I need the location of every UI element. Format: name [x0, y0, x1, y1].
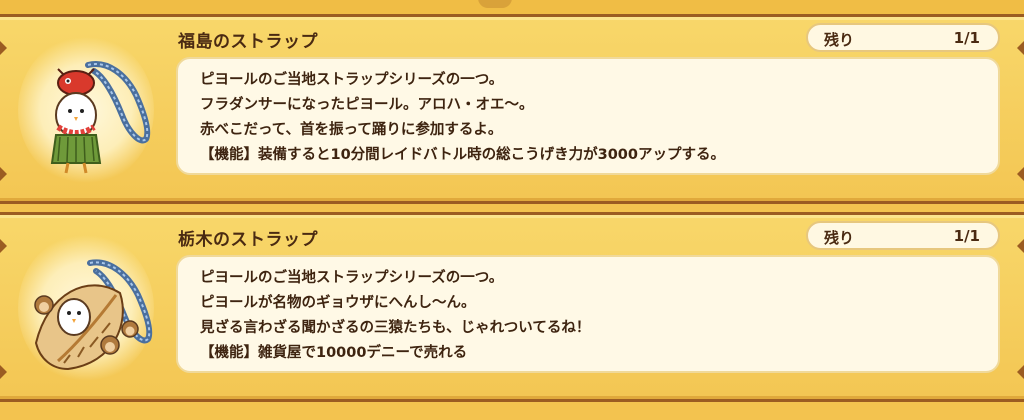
fukushima-strap-icon: [18, 35, 154, 185]
description-line: 【機能】装備すると10分間レイドバトル時の総こうげき力が3000アップする。: [200, 147, 725, 163]
item-card[interactable]: 福島のストラップ 残り 1/1 ピヨールのご当地ストラップシリーズの一つ。 フラ…: [0, 14, 1024, 204]
remaining-count-box: 残り 1/1: [806, 23, 1000, 52]
card-notch: [0, 365, 7, 379]
description-line: ピヨールのご当地ストラップシリーズの一つ。: [200, 270, 504, 286]
card-notch: [0, 41, 7, 55]
description-line: 見ざる言わざる聞かざるの三猿たちも、じゃれついてるね！: [200, 320, 591, 336]
card-notch: [1017, 41, 1024, 55]
description-line: 【機能】雑貨屋で10000デニーで売れる: [200, 345, 468, 361]
item-description: ピヨールのご当地ストラップシリーズの一つ。 ピヨールが名物のギョウザにへんし〜ん…: [176, 255, 1000, 373]
description-line: 赤べこだって、首を振って踊りに参加するよ。: [200, 122, 503, 138]
list-top-edge: [0, 0, 1024, 14]
description-line: フラダンサーになったピヨール。アロハ・オエ〜。: [200, 97, 534, 113]
tochigi-strap-icon: [18, 233, 154, 383]
item-title: 福島のストラップ: [178, 32, 318, 52]
remaining-label: 残り: [824, 229, 855, 247]
remaining-label: 残り: [824, 31, 855, 49]
description-line: ピヨールが名物のギョウザにへんし〜ん。: [200, 295, 476, 311]
remaining-value: 1/1: [953, 29, 980, 47]
card-notch: [1017, 365, 1024, 379]
scroll-knob: [478, 0, 512, 8]
remaining-count-box: 残り 1/1: [806, 221, 1000, 250]
item-description: ピヨールのご当地ストラップシリーズの一つ。 フラダンサーになったピヨール。アロハ…: [176, 57, 1000, 175]
description-line: ピヨールのご当地ストラップシリーズの一つ。: [200, 72, 504, 88]
card-notch: [0, 167, 7, 181]
item-title: 栃木のストラップ: [178, 230, 318, 250]
card-notch: [1017, 167, 1024, 181]
item-card[interactable]: 栃木のストラップ 残り 1/1 ピヨールのご当地ストラップシリーズの一つ。 ピヨ…: [0, 212, 1024, 402]
remaining-value: 1/1: [953, 227, 980, 245]
card-notch: [1017, 239, 1024, 253]
card-notch: [0, 239, 7, 253]
